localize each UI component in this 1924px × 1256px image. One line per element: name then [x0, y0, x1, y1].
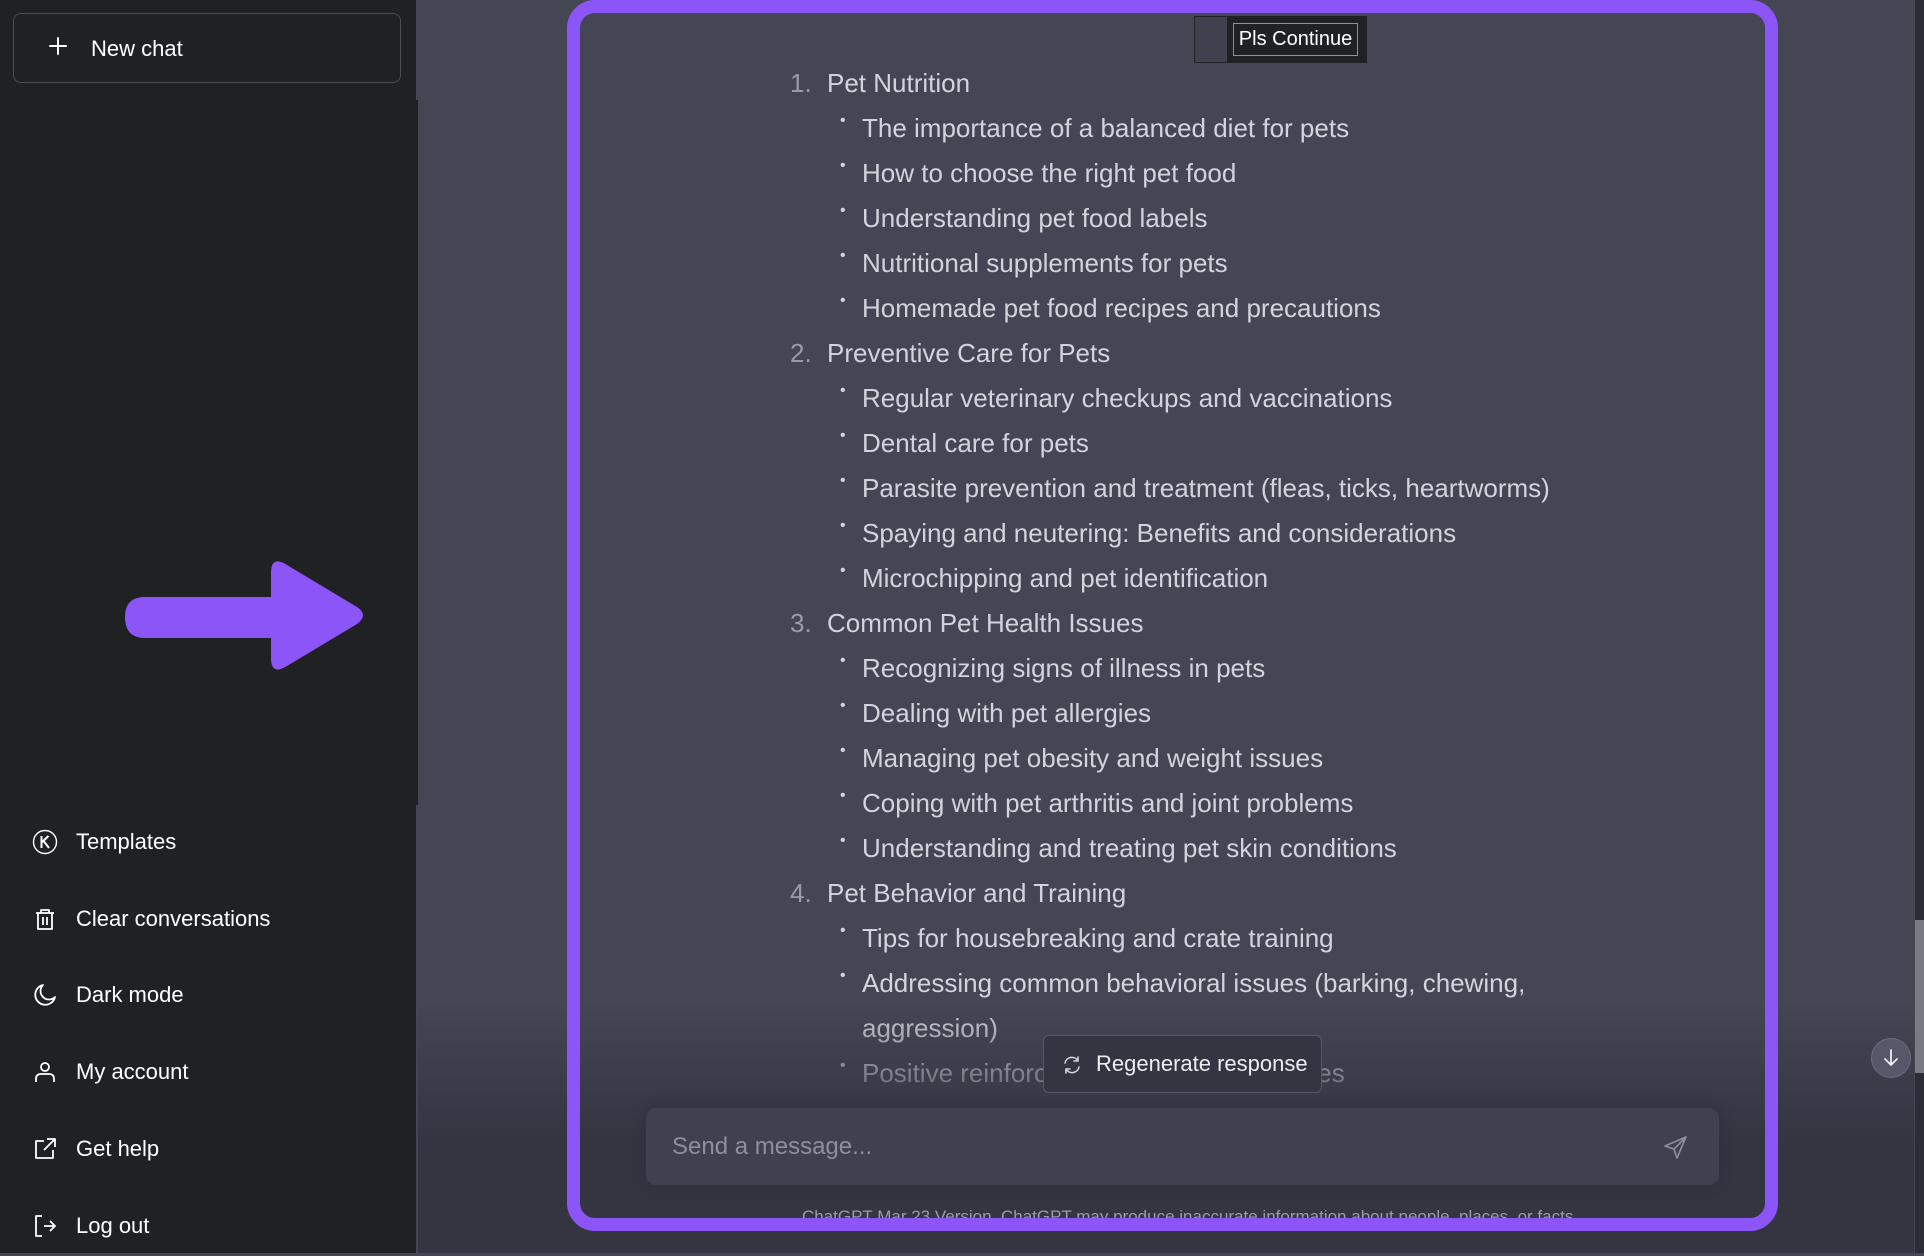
- subtopic-text: The importance of a balanced diet for pe…: [862, 113, 1350, 143]
- subtopic-text: Understanding pet food labels: [862, 203, 1208, 233]
- sidebar-item-templates[interactable]: Templates: [13, 812, 403, 872]
- subtopic-text: Addressing common behavioral issues (bar…: [862, 968, 1526, 998]
- continue-toolbar: Pls Continue: [1194, 16, 1367, 63]
- bullet-icon: •: [840, 787, 846, 804]
- sidebar: New chat Templates Clear conversations D…: [0, 0, 416, 1253]
- topic-title: Common Pet Health Issues: [827, 608, 1144, 638]
- subtopic-text: Dealing with pet allergies: [862, 698, 1152, 728]
- subtopic-text: Understanding and treating pet skin cond…: [862, 833, 1397, 863]
- sidebar-item-log-out[interactable]: Log out: [13, 1196, 403, 1256]
- bullet-icon: •: [840, 157, 846, 174]
- message-composer: [646, 1108, 1719, 1185]
- response-intro-text: topic clusters and related subtopics:: [790, 0, 1203, 3]
- subtopic-text: Microchipping and pet identification: [862, 563, 1269, 593]
- bullet-icon: •: [840, 517, 846, 534]
- refresh-icon: [1064, 1056, 1080, 1074]
- subtopic-text: Spaying and neutering: Benefits and cons…: [862, 518, 1457, 548]
- subtopic-text: Recognizing signs of illness in pets: [862, 653, 1266, 683]
- bullet-icon: •: [840, 1057, 846, 1074]
- user-icon: [35, 1062, 55, 1082]
- k-circle-icon: [32, 829, 58, 855]
- arrow-down-icon: [1884, 1049, 1898, 1066]
- new-chat-label: New chat: [91, 36, 183, 61]
- scroll-to-bottom-button[interactable]: [1871, 1038, 1911, 1078]
- message-input[interactable]: [670, 1128, 1634, 1166]
- topic-title: Pet Behavior and Training: [827, 878, 1127, 908]
- sidebar-item-get-help[interactable]: Get help: [13, 1119, 403, 1179]
- scrollbar-thumb[interactable]: [1915, 920, 1924, 1073]
- send-icon[interactable]: [1663, 1134, 1689, 1160]
- bullet-icon: •: [840, 742, 846, 759]
- subtopic-text: Tips for housebreaking and crate trainin…: [862, 923, 1334, 953]
- bullet-icon: •: [840, 652, 846, 669]
- subtopic-text: How to choose the right pet food: [862, 158, 1237, 188]
- trash-icon: [36, 909, 54, 930]
- bullet-icon: •: [840, 922, 846, 939]
- sidebar-item-label: Get help: [76, 1136, 160, 1161]
- sidebar-item-clear-conversations[interactable]: Clear conversations: [13, 889, 403, 949]
- bullet-icon: •: [840, 382, 846, 399]
- subtopic-text: Parasite prevention and treatment (fleas…: [862, 473, 1550, 503]
- plus-icon: [49, 37, 67, 55]
- subtopic-text: Managing pet obesity and weight issues: [862, 743, 1324, 773]
- sidebar-item-dark-mode[interactable]: Dark mode: [13, 965, 403, 1025]
- subtopic-text: aggression): [862, 1013, 998, 1043]
- bullet-icon: •: [840, 697, 846, 714]
- subtopic-text: Homemade pet food recipes and precaution…: [862, 293, 1381, 323]
- sidebar-item-label: Clear conversations: [76, 906, 271, 931]
- disclaimer-text: ChatGPT Mar 23 Version. ChatGPT may prod…: [801, 1207, 1579, 1226]
- regenerate-response-button[interactable]: Regenerate response: [1043, 1035, 1322, 1093]
- subtopic-text: Regular veterinary checkups and vaccinat…: [862, 383, 1393, 413]
- sidebar-edge: [416, 100, 418, 805]
- topic-title: Preventive Care for Pets: [827, 338, 1111, 368]
- sidebar-item-my-account[interactable]: My account: [13, 1042, 403, 1102]
- pls-continue-button[interactable]: Pls Continue: [1233, 23, 1358, 56]
- bullet-icon: •: [840, 562, 846, 579]
- subtopic-text: Nutritional supplements for pets: [862, 248, 1228, 278]
- sidebar-item-label: Dark mode: [76, 982, 184, 1007]
- topic-number: 1.: [790, 68, 812, 98]
- external-link-icon: [35, 1138, 56, 1159]
- new-chat-button[interactable]: New chat: [13, 13, 401, 83]
- topic-number: 4.: [790, 878, 812, 908]
- regenerate-label: Regenerate response: [1096, 1051, 1308, 1076]
- bullet-icon: •: [840, 427, 846, 444]
- toolbar-spacer: [1195, 17, 1227, 62]
- logout-icon: [35, 1215, 56, 1237]
- bullet-icon: •: [840, 202, 846, 219]
- subtopic-text: Dental care for pets: [862, 428, 1089, 458]
- bullet-icon: •: [840, 967, 846, 984]
- subtopic-text: Coping with pet arthritis and joint prob…: [862, 788, 1354, 818]
- sidebar-item-label: My account: [76, 1059, 189, 1084]
- bullet-icon: •: [840, 832, 846, 849]
- bullet-icon: •: [840, 472, 846, 489]
- topic-title: Pet Nutrition: [827, 68, 971, 98]
- bullet-icon: •: [840, 112, 846, 129]
- topic-number: 2.: [790, 338, 812, 368]
- annotation-arrow-icon: [125, 561, 363, 670]
- sidebar-item-label: Templates: [76, 829, 177, 854]
- sidebar-item-label: Log out: [76, 1213, 150, 1238]
- bullet-icon: •: [840, 292, 846, 309]
- moon-icon: [34, 984, 56, 1006]
- bullet-icon: •: [840, 247, 846, 264]
- topic-number: 3.: [790, 608, 812, 638]
